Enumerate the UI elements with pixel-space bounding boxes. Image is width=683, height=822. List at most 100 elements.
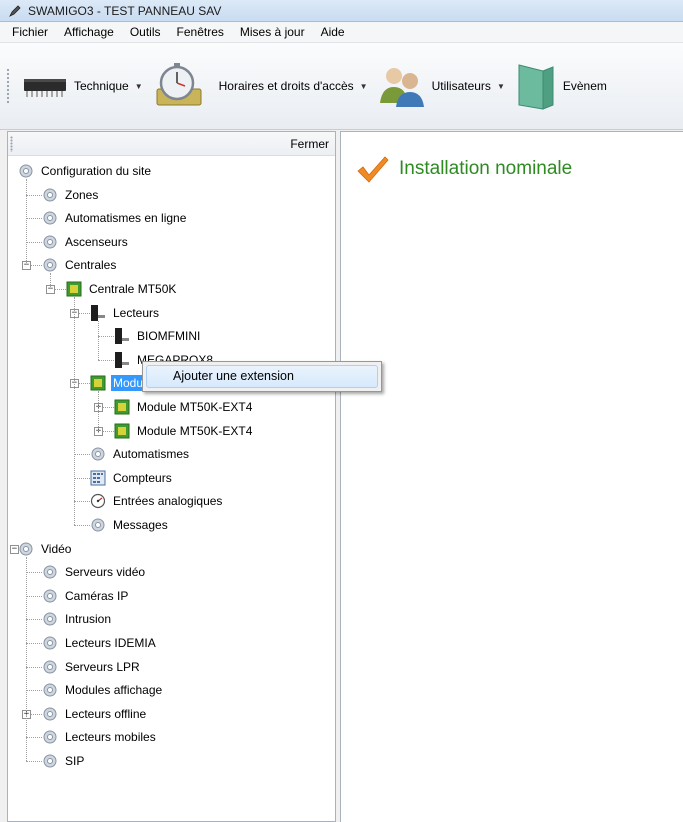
tree-connector [98, 320, 99, 360]
tree-connector [74, 501, 90, 503]
tree-item-label: Module MT50K-EXT4 [137, 423, 253, 438]
site-tree-panel: Fermer Configuration du site Zones Automat… [7, 131, 336, 822]
chevron-down-icon[interactable]: ▼ [497, 82, 505, 91]
evenements-label: Evènem [562, 79, 607, 93]
tree-connector [98, 391, 99, 431]
tree-connector [26, 619, 42, 621]
tree-item[interactable]: Lecteurs offline [42, 703, 148, 725]
reader-icon [114, 351, 130, 368]
tree-item[interactable]: Intrusion [42, 608, 113, 630]
status-indicator: Installation nominale [355, 154, 572, 184]
tree-item-label: Compteurs [113, 470, 172, 485]
tree-item-label: BIOMFMINI [137, 329, 201, 344]
gear-icon [42, 635, 58, 651]
utilisateurs-button[interactable]: Utilisateurs ▼ [372, 56, 509, 116]
toolbar-grip[interactable] [6, 68, 10, 104]
gear-icon [90, 446, 106, 462]
tree-item[interactable]: SIP [42, 750, 86, 772]
tree-item[interactable]: Messages [90, 514, 170, 536]
menu-mises-a-jour[interactable]: Mises à jour [232, 22, 313, 42]
tree-item[interactable]: Centrales [42, 254, 118, 276]
tree-item-label: Lecteurs [113, 305, 160, 320]
gauge-icon [90, 493, 106, 509]
tree-item[interactable]: Compteurs [90, 467, 174, 489]
tree-connector [50, 273, 51, 289]
reader-icon [90, 304, 106, 321]
chevron-down-icon[interactable]: ▼ [360, 82, 368, 91]
gear-icon [42, 659, 58, 675]
users-icon [379, 68, 424, 107]
menu-aide[interactable]: Aide [313, 22, 353, 42]
tree-connector [26, 556, 27, 761]
tree-item[interactable]: BIOMFMINI [114, 325, 202, 347]
panel-grip[interactable] [10, 136, 13, 152]
tree-item[interactable]: Zones [42, 184, 100, 206]
tree-connector [74, 525, 90, 526]
board-icon [114, 399, 130, 415]
tree-connector [26, 737, 42, 739]
stopwatch-icon [156, 63, 202, 106]
tree-connector [26, 666, 42, 668]
tree-item-label: Serveurs LPR [65, 659, 140, 674]
gear-icon [42, 564, 58, 580]
tree-connector [26, 241, 42, 243]
tree-connector [74, 454, 90, 456]
menu-fichier[interactable]: Fichier [4, 22, 56, 42]
tree-item-label: Messages [113, 518, 168, 532]
gear-icon [42, 234, 58, 250]
tree-item[interactable]: Modules affichage [42, 679, 164, 701]
tree-item-label: Automatismes en ligne [65, 211, 187, 226]
tree-item[interactable]: Ascenseurs [42, 231, 130, 253]
chevron-down-icon[interactable]: ▼ [135, 82, 143, 91]
tree-connector [26, 643, 42, 644]
menu-affichage[interactable]: Affichage [56, 22, 122, 42]
tree-item-label: Serveurs vidéo [65, 565, 146, 580]
tree-item[interactable]: Configuration du site [18, 160, 153, 182]
tree-item-label: Zones [65, 187, 99, 202]
tree-item[interactable]: Module MT50K-EXT4 [114, 396, 254, 418]
tree-item-label: Lecteurs mobiles [65, 730, 156, 745]
technique-button[interactable]: Technique ▼ [16, 56, 147, 116]
gear-icon [42, 611, 58, 627]
menu-outils[interactable]: Outils [122, 22, 169, 42]
tree-item[interactable]: Caméras IP [42, 585, 130, 607]
tree-connector [26, 572, 42, 574]
tree-item-label: Module MT50K-EXT4 [137, 400, 253, 414]
horaires-button[interactable]: Horaires et droits d'accès ▼ [147, 56, 372, 116]
evenements-button[interactable]: Evènem [509, 56, 611, 116]
tree-item-label: Centrales [65, 258, 117, 273]
tree-item[interactable]: Lecteurs IDEMIA [42, 632, 158, 654]
tree-connector [74, 477, 90, 479]
gear-icon [42, 257, 58, 273]
menu-bar: Fichier Affichage Outils Fenêtres Mises … [0, 22, 683, 43]
menu-fenetres[interactable]: Fenêtres [169, 22, 232, 42]
technique-label: Technique [74, 79, 129, 93]
tree-item[interactable]: Lecteurs mobiles [42, 726, 158, 748]
close-panel-button[interactable]: Fermer [290, 137, 329, 151]
tree-item[interactable]: Automatismes en ligne [42, 207, 188, 229]
add-extension-menu-item[interactable]: Ajouter une extension [146, 365, 378, 388]
tree-connector [74, 297, 75, 525]
tree-item[interactable]: Automatismes [90, 443, 191, 465]
tree-item[interactable]: Entrées analogiques [90, 490, 224, 512]
tree-connector [98, 359, 114, 361]
tree-item-label: Caméras IP [65, 588, 129, 603]
gear-icon [42, 682, 58, 698]
board-icon [114, 423, 130, 439]
main-content: Installation nominale [340, 131, 683, 822]
tree-item-label: SIP [65, 754, 85, 768]
tree-item[interactable]: Module MT50K-EXT4 [114, 420, 254, 442]
tree-item[interactable]: Serveurs vidéo [42, 561, 147, 583]
tree-item-label: Entrées analogiques [113, 494, 223, 509]
chip-icon [24, 79, 66, 97]
gear-icon [18, 163, 34, 179]
collapse-toggle[interactable]: − [10, 544, 19, 554]
tree-item-label: Lecteurs offline [65, 706, 147, 721]
checkmark-icon [357, 156, 389, 183]
tree-item-label: Modules affichage [65, 683, 163, 698]
tree-item[interactable]: Serveurs LPR [42, 656, 142, 678]
tree-item[interactable]: Lecteurs [90, 302, 161, 324]
tree-connector [98, 336, 114, 338]
tree-item[interactable]: Centrale MT50K [66, 278, 178, 300]
site-tree: Configuration du site Zones Automatismes e… [8, 156, 335, 816]
